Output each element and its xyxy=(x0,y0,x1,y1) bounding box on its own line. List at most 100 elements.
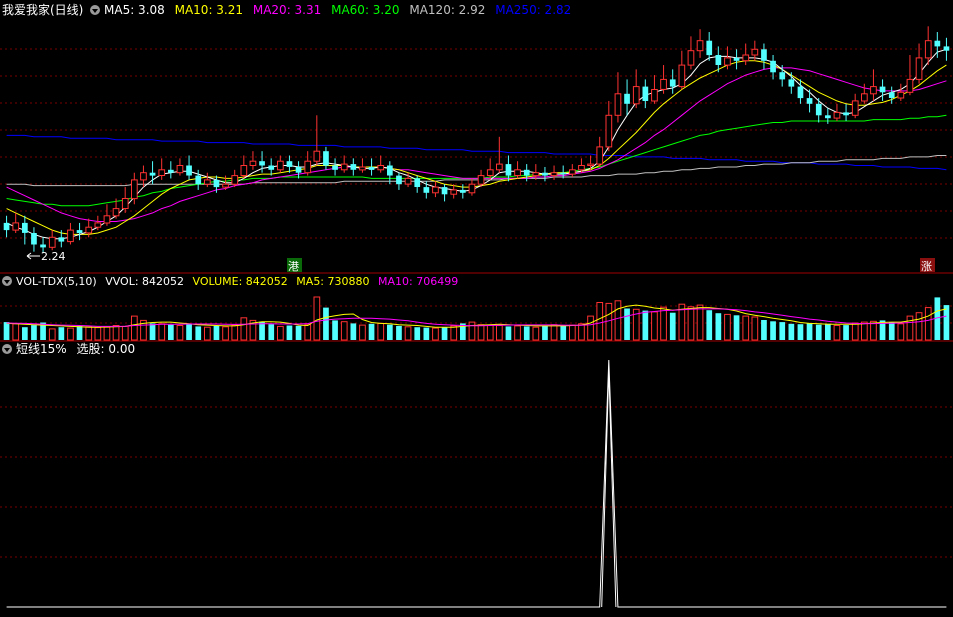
candle-body xyxy=(724,57,731,66)
candle-body xyxy=(31,233,37,245)
candle-body xyxy=(168,169,174,173)
volume-bar xyxy=(770,321,776,340)
volume-bar xyxy=(724,313,731,341)
candle-body xyxy=(414,178,421,187)
candle-body xyxy=(943,46,950,51)
candle-body xyxy=(651,89,658,102)
candle-body xyxy=(340,163,348,171)
candle-body xyxy=(387,165,393,176)
volume-bar xyxy=(231,324,239,341)
candle-body xyxy=(614,93,622,116)
candle-body xyxy=(131,179,138,200)
candle-body xyxy=(240,165,248,176)
volume-bar xyxy=(48,328,56,341)
candle-body xyxy=(578,165,585,171)
candle-body xyxy=(441,187,448,195)
candle-body xyxy=(213,179,220,188)
volume-bar xyxy=(651,311,658,341)
volume-bar xyxy=(550,324,558,341)
candle-body xyxy=(797,86,804,99)
candle-body xyxy=(861,93,868,102)
volume-bar xyxy=(715,313,722,340)
volume-bar xyxy=(12,323,20,341)
volume-bar xyxy=(359,324,366,341)
volume-bar xyxy=(441,327,448,340)
volume-bar xyxy=(240,317,248,341)
vvol-label: VVOL: 842052 xyxy=(105,275,184,288)
volume-bar xyxy=(486,324,494,341)
candle-body xyxy=(222,183,229,188)
volume-bar xyxy=(186,324,192,340)
volume-bar xyxy=(861,321,868,341)
candle-body xyxy=(460,189,466,193)
low-marker-label: 2.24 xyxy=(41,250,66,263)
candle-body xyxy=(40,244,46,248)
candle-body xyxy=(332,165,338,170)
candle-body xyxy=(76,230,83,233)
candle-body xyxy=(532,172,540,177)
ind-panel-header: 短线15% 选股: 0.00 xyxy=(2,342,135,356)
candle-body xyxy=(176,165,184,174)
volume-bar xyxy=(22,327,28,340)
collapse-toggle-icon[interactable] xyxy=(90,5,100,15)
limit-up-badge[interactable]: 涨 xyxy=(920,258,935,273)
volume-bar xyxy=(3,322,10,340)
volume-bar xyxy=(387,324,393,340)
ind-value-label: 选股: 0.00 xyxy=(77,342,136,356)
volume-bar xyxy=(58,327,65,340)
volume-bar xyxy=(85,326,93,341)
candle-body xyxy=(112,208,120,217)
candle-body xyxy=(259,161,265,166)
candle-body xyxy=(3,222,10,231)
candle-body xyxy=(140,172,147,181)
candle-body xyxy=(851,100,859,116)
volume-bar xyxy=(112,325,120,341)
hk-badge[interactable]: 港 xyxy=(287,258,302,273)
volume-bar xyxy=(350,323,357,340)
candle-body xyxy=(596,146,604,165)
volume-bar xyxy=(377,322,385,341)
volume-bar xyxy=(906,315,914,341)
volume-bar xyxy=(468,321,476,341)
candle-body xyxy=(587,163,594,167)
candle-body xyxy=(423,187,430,193)
candle-body xyxy=(870,86,877,95)
candle-body xyxy=(523,169,530,176)
candle-body xyxy=(477,175,485,185)
volume-bar xyxy=(696,304,704,341)
candle-body xyxy=(687,50,695,66)
volume-bar xyxy=(642,310,649,340)
volume-bar xyxy=(532,326,540,341)
limit-up-badge-label: 涨 xyxy=(921,260,932,273)
volume-bar xyxy=(67,327,74,341)
candle-body xyxy=(696,40,704,52)
volume-bar xyxy=(213,325,220,340)
volume-bar xyxy=(587,315,594,341)
volume-bar xyxy=(368,323,375,340)
vol-legend: VOL-TDX(5,10) VVOL: 842052 VOLUME: 84205… xyxy=(16,275,458,288)
candle-body xyxy=(486,169,494,177)
candle-body xyxy=(404,177,412,185)
ind-collapse-icon[interactable] xyxy=(2,344,12,354)
volume-bar xyxy=(669,312,676,340)
volume-bar xyxy=(414,327,421,340)
volume-bar xyxy=(542,325,548,340)
volume-bar xyxy=(76,325,83,340)
candle-body xyxy=(204,179,211,185)
ma5-label: MA5: 3.08 xyxy=(104,3,165,17)
volume-bar xyxy=(432,327,439,341)
volume-bar xyxy=(779,322,786,340)
candle-body xyxy=(368,167,375,170)
ma60-label: MA60: 3.20 xyxy=(331,3,399,17)
candle-body xyxy=(121,198,129,209)
volume-bar xyxy=(168,324,174,340)
candle-body xyxy=(277,160,284,171)
volume-bar xyxy=(450,325,458,341)
candle-body xyxy=(624,93,630,104)
candle-body xyxy=(313,150,321,162)
ma250-label: MA250: 2.82 xyxy=(495,3,571,17)
volume-bar xyxy=(496,325,503,341)
vol-collapse-icon[interactable] xyxy=(2,276,12,286)
candle-body xyxy=(632,86,640,105)
candle-body xyxy=(569,169,576,175)
